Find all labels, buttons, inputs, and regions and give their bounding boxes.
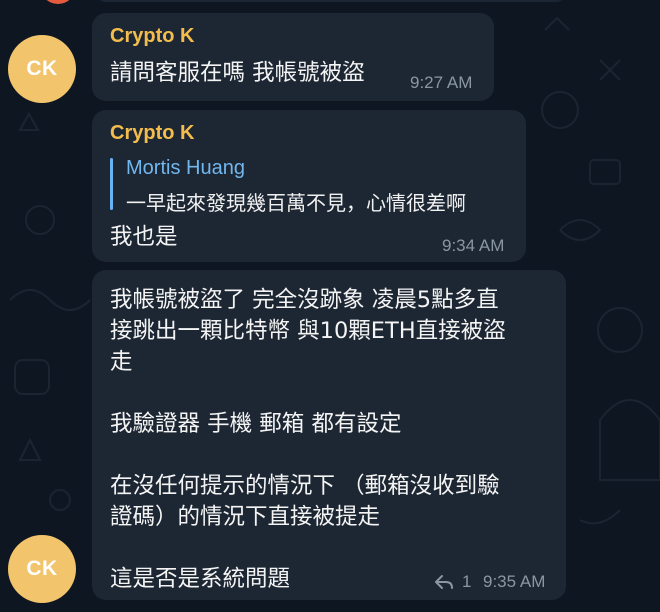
reply-quote-bar	[110, 158, 113, 210]
sender-name[interactable]: Crypto K	[110, 25, 194, 48]
avatar[interactable]: CK	[8, 535, 76, 603]
message-bubble[interactable]: Crypto K 請問客服在嗎 我帳號被盜 9:27 AM	[92, 13, 494, 101]
message-bubble[interactable]: Crypto K Mortis Huang 一早起來發現幾百萬不見，心情很差啊 …	[92, 110, 526, 262]
previous-bubble-fragment	[96, 0, 566, 2]
reply-quoted-text[interactable]: 一早起來發現幾百萬不見，心情很差啊	[126, 187, 466, 216]
reply-sender-name[interactable]: Mortis Huang	[126, 157, 245, 180]
message-time: 9:27 AM	[410, 73, 473, 92]
avatar-initials: CK	[26, 557, 58, 580]
sender-name[interactable]: Crypto K	[110, 122, 194, 145]
message-text: 我也是	[110, 224, 178, 250]
message-text: 請問客服在嗎 我帳號被盜	[110, 60, 365, 86]
reply-count[interactable]: 1	[434, 572, 471, 592]
message-bubble[interactable]: 我帳號被盜了 完全沒跡象 凌晨5點多直 接跳出一顆比特幣 與10顆ETH直接被盜…	[92, 270, 566, 600]
avatar[interactable]: CK	[8, 35, 76, 103]
avatar-initials: CK	[26, 57, 58, 80]
reply-count-number: 1	[462, 572, 472, 591]
reply-arrow-icon	[435, 575, 453, 589]
message-time: 9:34 AM	[442, 236, 505, 255]
message-time: 9:35 AM	[483, 572, 546, 591]
message-text: 我帳號被盜了 完全沒跡象 凌晨5點多直 接跳出一顆比特幣 與10顆ETH直接被盜…	[110, 287, 506, 592]
